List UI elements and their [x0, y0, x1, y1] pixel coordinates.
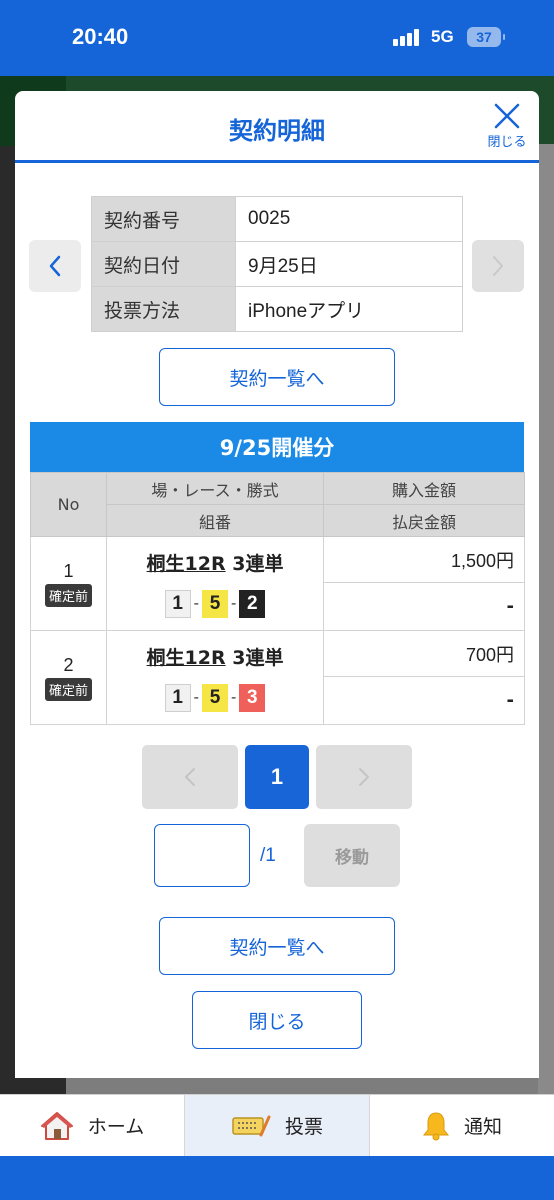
status-time: 20:40 — [72, 24, 129, 49]
tab-vote-label: 投票 — [284, 1116, 323, 1138]
combo-separator: - — [193, 595, 199, 612]
bet-type: 3連単 — [232, 553, 284, 575]
modal-title: 契約明細 — [229, 117, 325, 145]
status-badge: 確定前 — [44, 583, 92, 607]
chevron-left-icon — [49, 255, 61, 277]
payout-amount: - — [323, 582, 525, 631]
background-right-area — [538, 144, 554, 1094]
header-race: 場・レース・勝式 — [106, 472, 324, 505]
contract-date-value: 9月25日 — [235, 241, 463, 287]
table-row: 1 確定前 桐生12R 3連単 1 - 5 - 2 1,500円 — [30, 536, 525, 631]
boat-number: 1 — [164, 684, 191, 712]
contract-info-row: 投票方法 iPhoneアプリ — [91, 286, 463, 332]
combo-separator: - — [193, 689, 199, 706]
next-contract-button[interactable] — [472, 240, 524, 292]
contract-number-label: 契約番号 — [91, 196, 236, 242]
header-no: No — [30, 472, 107, 537]
contract-list-button-top[interactable]: 契約一覧へ — [159, 348, 395, 406]
row-no-cell: 1 確定前 — [30, 536, 107, 631]
bet-table: No 場・レース・勝式 購入金額 組番 払戻金額 1 確定前 桐生12R 3連単… — [30, 472, 525, 725]
close-x-label: 閉じる — [487, 135, 527, 150]
race-cell: 桐生12R 3連単 1 - 5 - 2 — [106, 536, 324, 631]
race-cell: 桐生12R 3連単 1 - 5 - 3 — [106, 630, 324, 725]
contract-number-value: 0025 — [235, 196, 463, 242]
boat-number: 5 — [202, 684, 228, 712]
combination: 1 - 5 - 2 — [107, 590, 323, 618]
page-current-button[interactable]: 1 — [245, 745, 309, 809]
contract-info-table: 契約番号 0025 契約日付 9月25日 投票方法 iPhoneアプリ — [91, 196, 463, 332]
close-x-button[interactable]: 閉じる — [485, 103, 529, 153]
vote-method-label: 投票方法 — [91, 286, 236, 332]
prev-contract-button[interactable] — [29, 240, 81, 292]
row-no-cell: 2 確定前 — [30, 630, 107, 725]
contract-detail-modal: 契約明細 閉じる 契約番号 0025 契約日付 9月25日 投票方法 iPhon… — [15, 91, 539, 1078]
tab-notification[interactable]: 通知 — [370, 1095, 554, 1156]
venue-link[interactable]: 桐生12R — [147, 647, 226, 669]
combo-separator: - — [231, 595, 237, 612]
status-bar: 20:40 5G 37 — [0, 0, 554, 76]
move-button[interactable]: 移動 — [304, 824, 400, 887]
chevron-left-icon — [185, 768, 195, 786]
bet-type: 3連単 — [232, 647, 284, 669]
signal-icon — [393, 28, 423, 46]
bottom-tab-bar: ホーム 投票 通知 — [0, 1094, 554, 1156]
vote-method-value: iPhoneアプリ — [235, 286, 463, 332]
chevron-right-icon — [493, 256, 503, 276]
contract-info-row: 契約番号 0025 — [91, 196, 463, 242]
tab-home[interactable]: ホーム — [0, 1095, 185, 1156]
ticket-icon — [232, 1115, 271, 1136]
close-button[interactable]: 閉じる — [192, 991, 362, 1049]
page-total: /1 — [260, 845, 276, 866]
boat-number: 5 — [202, 590, 228, 618]
contract-info-row: 契約日付 9月25日 — [91, 241, 463, 287]
purchase-amount: 700円 — [323, 630, 525, 677]
tab-home-label: ホーム — [87, 1116, 145, 1138]
modal-header: 契約明細 閉じる — [15, 91, 539, 163]
tab-vote[interactable]: 投票 — [185, 1095, 370, 1156]
close-icon — [494, 103, 520, 129]
bell-icon — [422, 1111, 450, 1140]
header-combination: 組番 — [106, 504, 324, 537]
race-line: 桐生12R 3連単 — [107, 549, 323, 576]
header-payout: 払戻金額 — [323, 504, 525, 537]
boat-number: 1 — [164, 590, 191, 618]
page-number-input[interactable] — [154, 824, 250, 887]
combo-separator: - — [231, 689, 237, 706]
status-badge: 確定前 — [44, 677, 92, 701]
payout-amount: - — [323, 676, 525, 725]
row-number: 1 — [63, 560, 74, 581]
home-indicator-bar — [0, 1156, 554, 1200]
race-line: 桐生12R 3連単 — [107, 643, 323, 670]
venue-link[interactable]: 桐生12R — [147, 553, 226, 575]
boat-number: 2 — [239, 590, 266, 618]
boat-number: 3 — [239, 684, 266, 712]
tab-notification-label: 通知 — [463, 1116, 502, 1138]
purchase-amount: 1,500円 — [323, 536, 525, 583]
page-next-button[interactable] — [316, 745, 412, 809]
chevron-right-icon — [359, 768, 369, 786]
section-title: 9/25開催分 — [30, 422, 524, 472]
row-number: 2 — [63, 654, 74, 675]
header-purchase: 購入金額 — [323, 472, 525, 505]
battery-icon: 37 — [467, 27, 505, 47]
combination: 1 - 5 - 3 — [107, 684, 323, 712]
home-icon — [40, 1111, 73, 1140]
contract-date-label: 契約日付 — [91, 241, 236, 287]
network-label: 5G — [431, 27, 454, 46]
page-prev-button[interactable] — [142, 745, 238, 809]
table-row: 2 確定前 桐生12R 3連単 1 - 5 - 3 700円 — [30, 630, 525, 725]
contract-list-button-bottom[interactable]: 契約一覧へ — [159, 917, 395, 975]
